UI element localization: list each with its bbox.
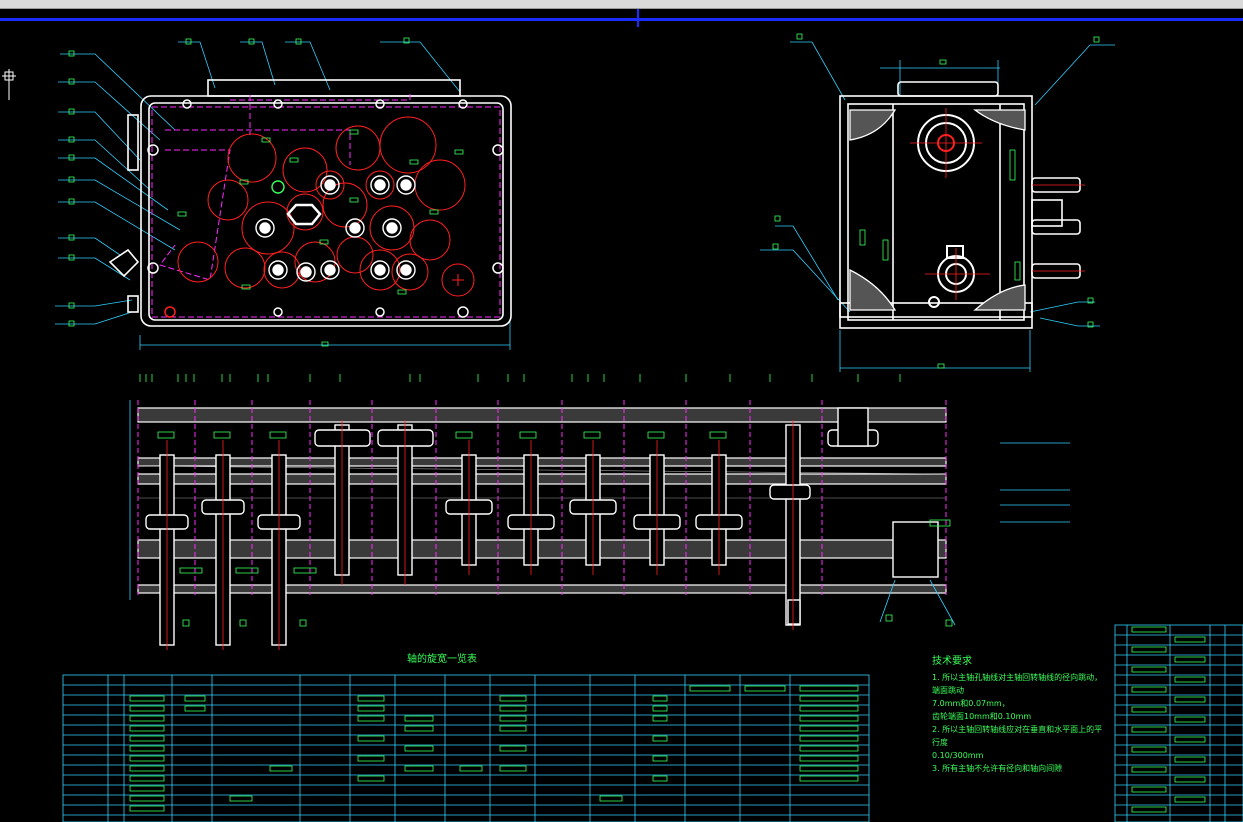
tech-req-line: 齿轮端面10mm和0.10mm [932, 712, 1032, 721]
tech-req-line: 3. 所有主轴不允许有径向和轴向间隙 [932, 764, 1063, 773]
crosshair-cursor-icon [2, 69, 16, 100]
tech-req-line: 2. 所以主轴回转轴线应对在垂直和水平面上的平行度 [932, 725, 1103, 747]
title-block-grid [1114, 624, 1243, 822]
technical-requirements: 技术要求 1. 所以主轴孔轴线对主轴回转轴线的径向跳动，端面跳动 7.0mm和0… [932, 655, 1110, 775]
front-view-gearbox [55, 37, 512, 350]
tech-req-line: 1. 所以主轴孔轴线对主轴回转轴线的径向跳动，端面跳动 [932, 673, 1103, 695]
technical-requirements-title: 技术要求 [932, 656, 972, 667]
spindle-section-view [129, 374, 1070, 650]
spindle-table-grid [62, 674, 870, 822]
tech-req-line: 7.0mm和0.07mm， [932, 699, 1010, 708]
tech-req-line: 0.10/300mm [932, 751, 984, 760]
spindle-table-title: 轴的旋宽一览表 [407, 654, 477, 665]
side-view-gearbox [760, 33, 1115, 372]
